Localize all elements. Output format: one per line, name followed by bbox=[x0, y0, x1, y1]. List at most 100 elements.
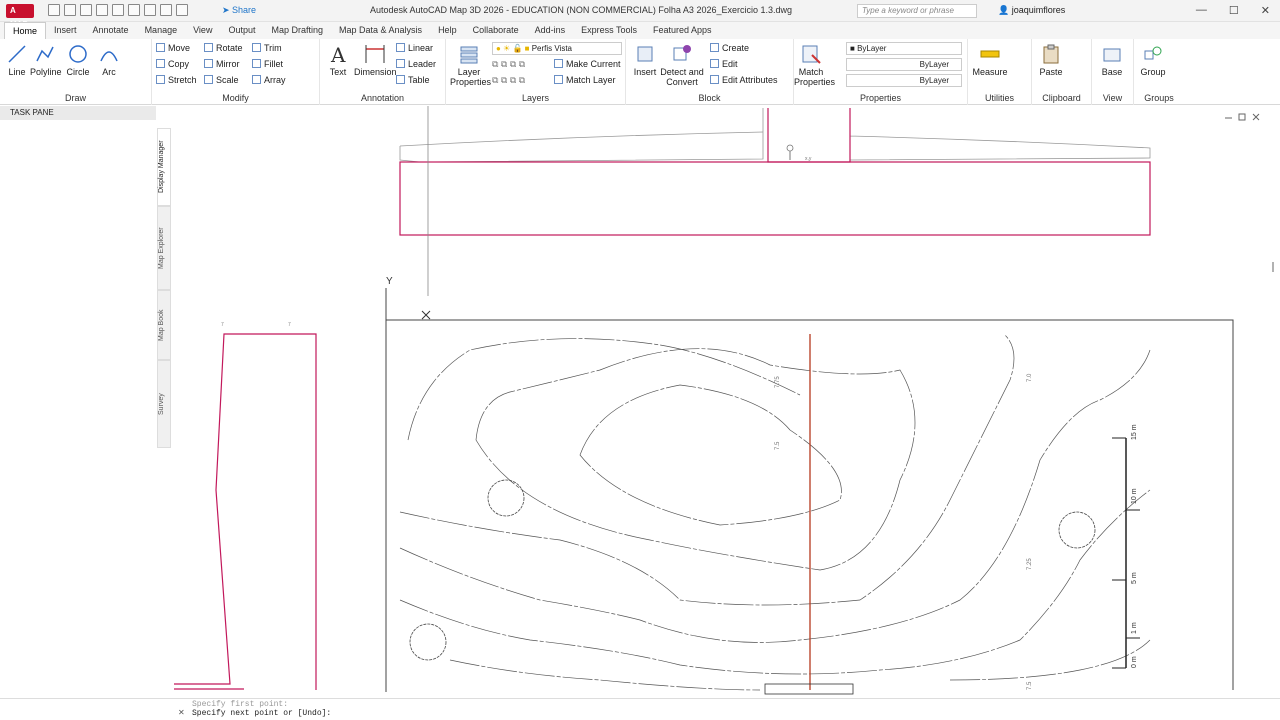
polyline-button[interactable]: Polyline bbox=[30, 43, 62, 77]
tab-map-data-analysis[interactable]: Map Data & Analysis bbox=[331, 22, 430, 39]
tab-home[interactable]: Home bbox=[4, 22, 47, 39]
stretch-button[interactable]: Stretch bbox=[156, 75, 197, 85]
tab-help[interactable]: Help bbox=[430, 22, 465, 39]
dimension-button[interactable]: Dimension bbox=[354, 43, 397, 77]
modify-panel-title[interactable]: Modify bbox=[152, 93, 319, 103]
dimension-icon bbox=[365, 45, 385, 63]
maximize-icon[interactable]: ☐ bbox=[1229, 4, 1239, 17]
copy-button[interactable]: Copy bbox=[156, 59, 189, 69]
scale-button[interactable]: Scale bbox=[204, 75, 239, 85]
tab-survey[interactable]: Survey bbox=[157, 360, 171, 448]
undo-icon[interactable] bbox=[160, 4, 172, 16]
search-input[interactable]: Type a keyword or phrase bbox=[857, 4, 977, 18]
layers-panel-title[interactable]: Layers bbox=[446, 93, 625, 103]
edit-attributes-button[interactable]: Edit Attributes bbox=[710, 75, 778, 85]
match-layer-button[interactable]: Match Layer bbox=[554, 75, 616, 85]
detect-convert-button[interactable]: Detect and Convert bbox=[660, 43, 704, 87]
tab-express-tools[interactable]: Express Tools bbox=[573, 22, 645, 39]
paste-button[interactable]: Paste bbox=[1036, 43, 1066, 77]
lineweight-dropdown[interactable]: ByLayer bbox=[846, 74, 962, 87]
measure-button[interactable]: Measure bbox=[972, 43, 1008, 77]
leader-button[interactable]: Leader bbox=[396, 59, 436, 69]
user-account[interactable]: 👤 joaquimflores bbox=[998, 5, 1065, 16]
move-button[interactable]: Move bbox=[156, 43, 190, 53]
arc-button[interactable]: Arc bbox=[96, 43, 122, 77]
linear-button[interactable]: Linear bbox=[396, 43, 433, 53]
layer-tools-row-2[interactable]: ⧉ ⧉ ⧉ ⧉ bbox=[492, 75, 525, 86]
close-icon[interactable]: ✕ bbox=[1261, 4, 1270, 17]
make-current-button[interactable]: Make Current bbox=[554, 59, 621, 69]
scale-label: 5 m bbox=[1131, 572, 1138, 584]
new-icon[interactable] bbox=[48, 4, 60, 16]
save-web-icon[interactable] bbox=[128, 4, 140, 16]
tab-manage[interactable]: Manage bbox=[137, 22, 186, 39]
tab-insert[interactable]: Insert bbox=[46, 22, 85, 39]
open-web-icon[interactable] bbox=[112, 4, 124, 16]
layer-properties-button[interactable]: Layer Properties bbox=[450, 43, 491, 87]
mirror-button[interactable]: Mirror bbox=[204, 59, 240, 69]
tab-display-manager[interactable]: Display Manager bbox=[157, 128, 171, 206]
block-panel-title[interactable]: Block bbox=[626, 93, 793, 103]
tab-collaborate[interactable]: Collaborate bbox=[465, 22, 527, 39]
text-icon: A bbox=[330, 43, 346, 65]
copy-label: Copy bbox=[168, 59, 190, 69]
tab-map-explorer[interactable]: Map Explorer bbox=[157, 206, 171, 290]
command-line[interactable]: ✕ Specify first point: Specify next poin… bbox=[0, 698, 1280, 720]
groups-panel-title[interactable]: Groups bbox=[1134, 93, 1184, 103]
tab-annotate[interactable]: Annotate bbox=[85, 22, 137, 39]
create-block-button[interactable]: Create bbox=[710, 43, 749, 53]
tab-output[interactable]: Output bbox=[220, 22, 263, 39]
layer-dropdown[interactable]: ● ☀ 🔓 ■ Perfis Vista bbox=[492, 42, 622, 55]
command-prompt[interactable]: Specify next point or [Undo]: bbox=[192, 709, 331, 718]
make-current-icon bbox=[554, 59, 563, 68]
text-button[interactable]: A Text bbox=[324, 43, 352, 77]
match-properties-button[interactable]: Match Properties bbox=[794, 43, 835, 87]
circle-button[interactable]: Circle bbox=[64, 43, 92, 77]
tab-add-ins[interactable]: Add-ins bbox=[527, 22, 574, 39]
fillet-button[interactable]: Fillet bbox=[252, 59, 283, 69]
scale-label: 15 m bbox=[1131, 424, 1138, 440]
trim-button[interactable]: Trim bbox=[252, 43, 282, 53]
clipboard-panel-title[interactable]: Clipboard bbox=[1032, 93, 1091, 103]
share-button[interactable]: ➤ Share bbox=[222, 5, 256, 16]
drawing-svg[interactable]: x,y Y 7 7 7.75 7.5 7.0 7.25 7.5 15 m 10 … bbox=[173, 106, 1280, 698]
layer-tools-row-1[interactable]: ⧉ ⧉ ⧉ ⧉ bbox=[492, 59, 525, 70]
table-button[interactable]: Table bbox=[396, 75, 430, 85]
linetype-dropdown[interactable]: ByLayer bbox=[846, 58, 962, 71]
insert-button[interactable]: Insert bbox=[630, 43, 660, 77]
plot-icon[interactable] bbox=[144, 4, 156, 16]
circle-label: Circle bbox=[66, 67, 90, 77]
annotation-panel-title[interactable]: Annotation bbox=[320, 93, 445, 103]
tab-view[interactable]: View bbox=[185, 22, 220, 39]
close-command-line-icon[interactable]: ✕ bbox=[178, 708, 185, 717]
edit-block-button[interactable]: Edit bbox=[710, 59, 738, 69]
rotate-button[interactable]: Rotate bbox=[204, 43, 243, 53]
save-as-icon[interactable] bbox=[96, 4, 108, 16]
group-button[interactable]: Group bbox=[1138, 43, 1168, 77]
edit-block-label: Edit bbox=[722, 59, 738, 69]
draw-panel-title[interactable]: Draw bbox=[0, 93, 151, 103]
viewport-controls[interactable] bbox=[1225, 113, 1260, 121]
properties-panel-title[interactable]: Properties bbox=[794, 93, 967, 103]
utilities-panel-title[interactable]: Utilities bbox=[968, 93, 1031, 103]
fillet-icon bbox=[252, 59, 261, 68]
tab-featured-apps[interactable]: Featured Apps bbox=[645, 22, 720, 39]
tab-map-book[interactable]: Map Book bbox=[157, 290, 171, 360]
tab-map-drafting[interactable]: Map Drafting bbox=[263, 22, 331, 39]
lineweight-value: ByLayer bbox=[919, 76, 949, 85]
application-menu-button[interactable]: A MAP bbox=[6, 4, 34, 29]
minimize-icon[interactable]: — bbox=[1196, 4, 1207, 17]
base-button[interactable]: Base bbox=[1096, 43, 1128, 77]
arc-icon bbox=[100, 51, 118, 62]
paste-label: Paste bbox=[1039, 67, 1063, 77]
array-button[interactable]: Array bbox=[252, 75, 286, 85]
drawing-canvas[interactable]: x,y Y 7 7 7.75 7.5 7.0 7.25 7.5 15 m 10 … bbox=[173, 106, 1280, 698]
line-button[interactable]: Line bbox=[4, 43, 30, 77]
redo-icon[interactable] bbox=[176, 4, 188, 16]
view-panel-title[interactable]: View bbox=[1092, 93, 1133, 103]
scale-bar: 15 m 10 m 5 m 1 m 0 m bbox=[1112, 424, 1140, 669]
color-dropdown[interactable]: ■ ByLayer bbox=[846, 42, 962, 55]
save-icon[interactable] bbox=[80, 4, 92, 16]
base-label: Base bbox=[1101, 67, 1123, 77]
open-icon[interactable] bbox=[64, 4, 76, 16]
